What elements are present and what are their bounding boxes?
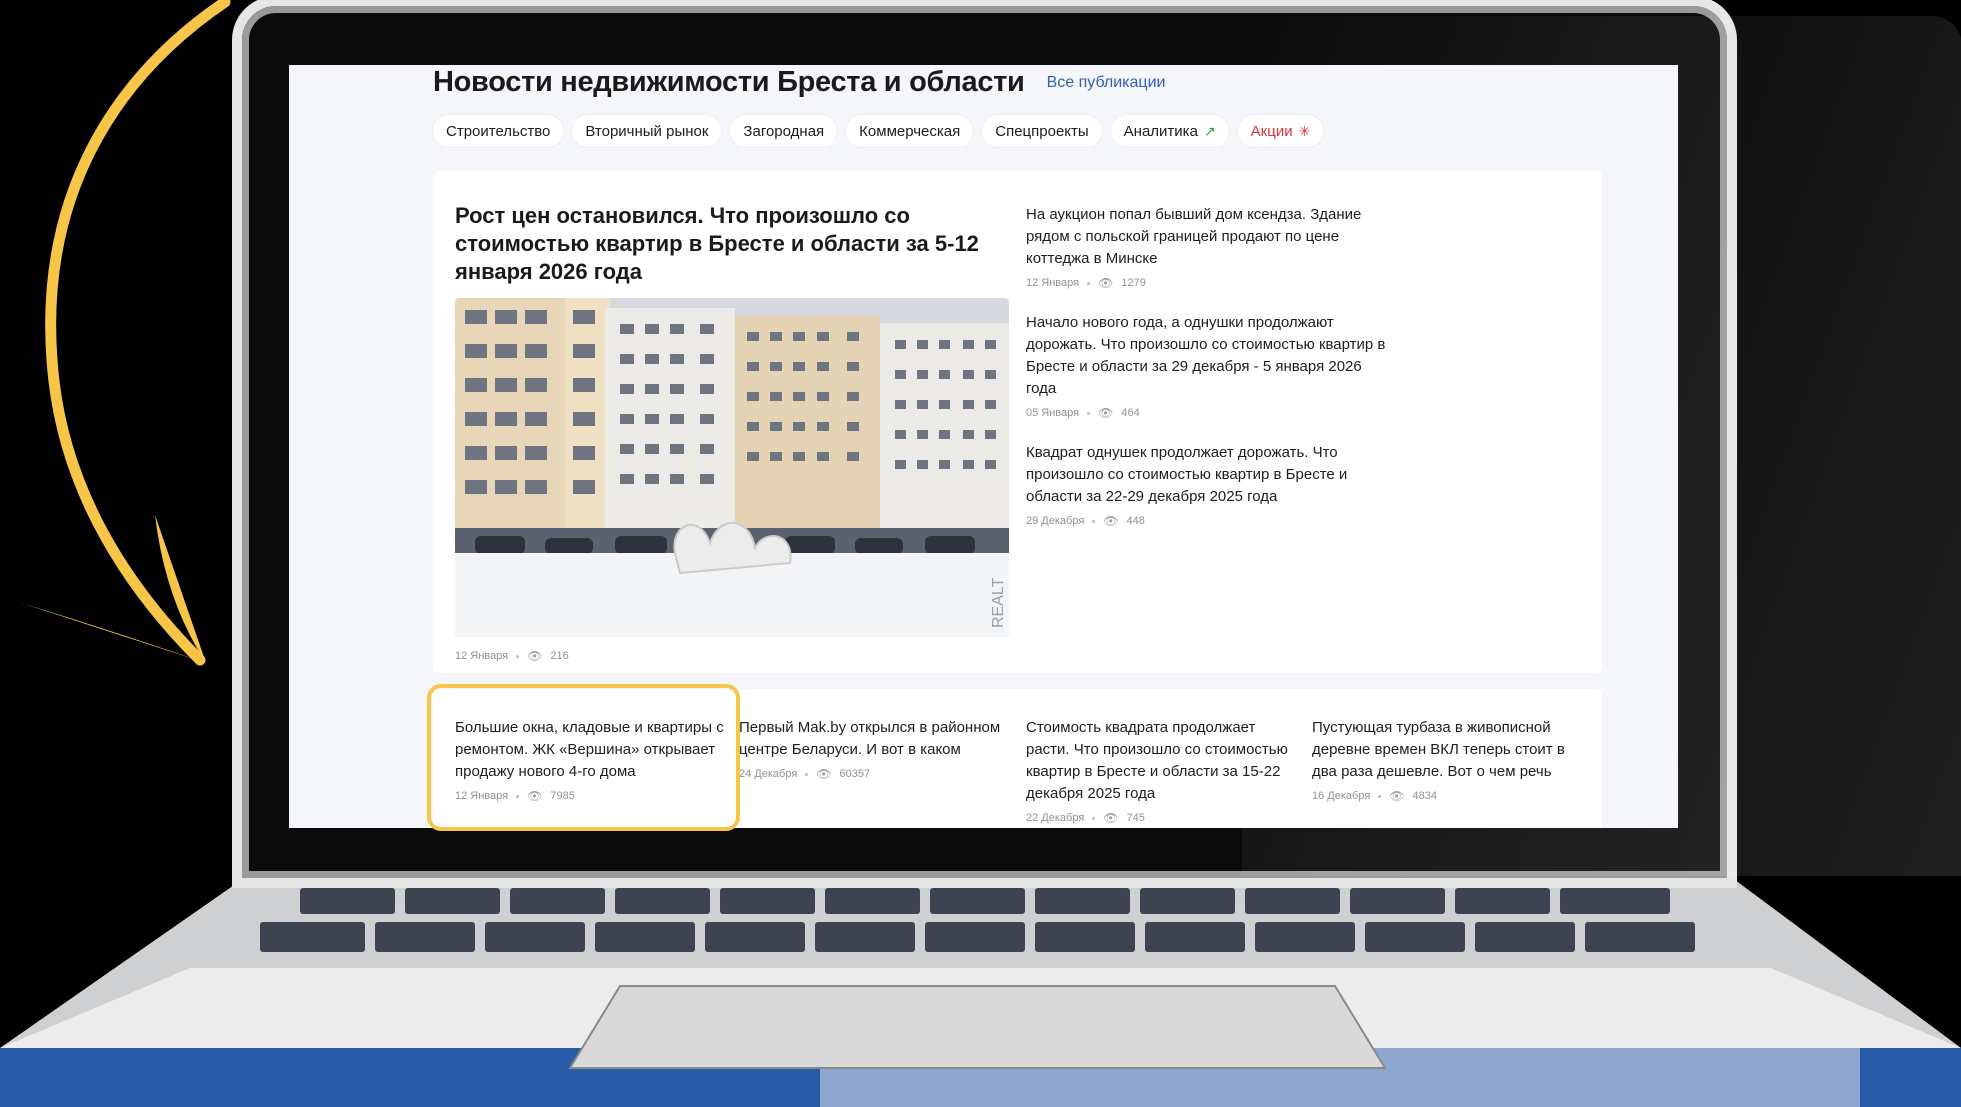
tab-special-projects[interactable]: Спецпроекты — [982, 115, 1102, 147]
lead-article-title[interactable]: Рост цен остановился. Что произошло со с… — [455, 202, 995, 286]
lead-article-photo[interactable]: REALT — [455, 298, 1009, 637]
separator-dot — [516, 654, 520, 658]
eye-icon: 👁 — [1389, 789, 1405, 803]
news-meta: 24 Декабря 👁 60357 — [739, 767, 1011, 781]
article-views: 4834 — [1412, 790, 1438, 802]
article-views: 60357 — [839, 768, 871, 780]
category-tabs: Строительство Вторичный рынок Загородная… — [433, 115, 1324, 147]
tab-label: Аналитика — [1123, 122, 1198, 140]
news-title[interactable]: Стоимость квадрата продолжает расти. Что… — [1026, 717, 1298, 805]
tab-promotions[interactable]: Акции ✳ — [1237, 115, 1324, 147]
news-meta: 05 Января 👁 464 — [1026, 406, 1396, 420]
trend-up-icon: ↗ — [1203, 122, 1216, 139]
news-title[interactable]: Первый Mak.by открылся в районном центре… — [739, 717, 1011, 761]
news-title[interactable]: Квадрат однушек продолжает дорожать. Что… — [1026, 442, 1396, 508]
news-meta: 22 Декабря 👁 745 — [1026, 811, 1298, 825]
list-item[interactable]: Начало нового года, а однушки продолжают… — [1026, 312, 1396, 420]
article-date: 22 Декабря — [1026, 812, 1085, 824]
list-item[interactable]: Квадрат однушек продолжает дорожать. Что… — [1026, 442, 1396, 528]
photo-watermark: REALT — [990, 577, 1007, 628]
news-meta: 29 Декабря 👁 448 — [1026, 514, 1396, 528]
separator-dot — [1087, 411, 1091, 415]
article-views: 1279 — [1121, 277, 1146, 289]
article-date: 12 Января — [1026, 277, 1080, 289]
list-item[interactable]: Стоимость квадрата продолжает расти. Что… — [1026, 717, 1298, 825]
page-title: Новости недвижимости Бреста и области — [433, 65, 1025, 98]
list-item[interactable]: Пустующая турбаза в живописной деревне в… — [1312, 717, 1584, 803]
article-views: 745 — [1126, 812, 1145, 824]
article-date: 12 Января — [455, 650, 509, 662]
news-title[interactable]: На аукцион попал бывший дом ксендза. Зда… — [1026, 204, 1396, 270]
highlight-frame — [427, 684, 740, 831]
curved-arrow-decoration — [18, 0, 231, 666]
list-item[interactable]: На аукцион попал бывший дом ксендза. Зда… — [1026, 204, 1396, 290]
tab-secondary-market[interactable]: Вторичный рынок — [572, 115, 722, 147]
eye-icon: 👁 — [1098, 276, 1114, 290]
separator-dot — [1092, 816, 1096, 820]
separator-dot — [805, 772, 809, 776]
tab-label: Вторичный рынок — [585, 122, 709, 140]
featured-news-card: Рост цен остановился. Что произошло со с… — [433, 171, 1602, 673]
list-item[interactable]: Первый Mak.by открылся в районном центре… — [739, 717, 1011, 781]
laptop-keyboard-base — [0, 874, 1961, 1107]
news-meta: 16 Декабря 👁 4834 — [1312, 789, 1584, 803]
article-date: 05 Января — [1026, 407, 1080, 419]
eye-icon: 👁 — [1103, 811, 1119, 825]
separator-dot — [1378, 794, 1382, 798]
tab-label: Коммерческая — [859, 122, 961, 140]
news-meta: 12 Января 👁 1279 — [1026, 276, 1396, 290]
tab-analytics[interactable]: Аналитика ↗ — [1110, 115, 1229, 147]
tab-construction[interactable]: Строительство — [433, 115, 564, 147]
separator-dot — [1092, 519, 1096, 523]
tab-label: Спецпроекты — [995, 122, 1089, 140]
apartment-buildings-photo: REALT — [455, 298, 1009, 637]
all-publications-link[interactable]: Все публикации — [1047, 74, 1166, 92]
tab-country[interactable]: Загородная — [730, 115, 838, 147]
news-title[interactable]: Начало нового года, а однушки продолжают… — [1026, 312, 1396, 400]
tab-label: Загородная — [743, 122, 825, 140]
eye-icon: 👁 — [816, 767, 832, 781]
sparkle-icon: ✳ — [1298, 122, 1311, 139]
separator-dot — [1087, 281, 1091, 285]
side-news-list: На аукцион попал бывший дом ксендза. Зда… — [1026, 204, 1396, 550]
article-views: 448 — [1126, 515, 1145, 527]
tab-label: Акции — [1250, 122, 1293, 140]
tab-label: Строительство — [446, 122, 551, 140]
article-views: 216 — [550, 650, 569, 662]
lead-article-meta: 12 Января 👁 216 — [455, 649, 569, 663]
article-date: 24 Декабря — [739, 768, 798, 780]
eye-icon: 👁 — [1103, 514, 1119, 528]
eye-icon: 👁 — [1098, 406, 1114, 420]
tab-commercial[interactable]: Коммерческая — [846, 115, 974, 147]
article-date: 29 Декабря — [1026, 515, 1085, 527]
article-views: 464 — [1121, 407, 1140, 419]
article-date: 16 Декабря — [1312, 790, 1371, 802]
eye-icon: 👁 — [527, 649, 543, 663]
news-title[interactable]: Пустующая турбаза в живописной деревне в… — [1312, 717, 1584, 783]
page-header: Новости недвижимости Бреста и области Вс… — [433, 65, 1165, 99]
